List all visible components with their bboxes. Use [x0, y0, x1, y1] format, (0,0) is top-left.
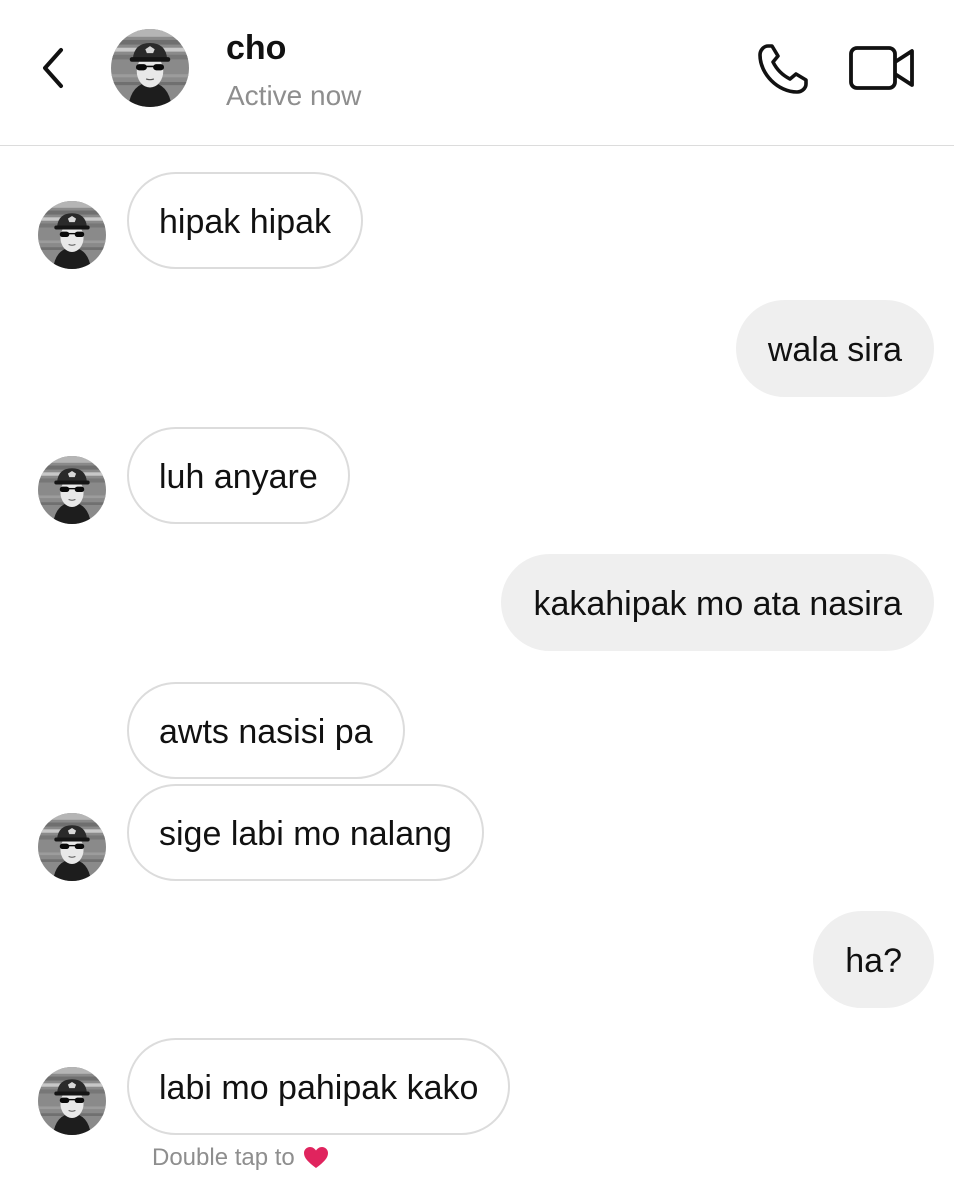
incoming-message-bubble[interactable]: awts nasisi pa [127, 682, 405, 779]
phone-icon [758, 44, 808, 94]
outgoing-message-bubble[interactable]: ha? [813, 911, 934, 1008]
contact-name[interactable]: cho [226, 28, 286, 68]
outgoing-message-bubble[interactable]: wala sira [735, 300, 934, 397]
double-tap-hint-text: Double tap to [152, 1144, 295, 1171]
double-tap-hint: Double tap to [152, 1143, 329, 1173]
sender-avatar[interactable] [38, 813, 106, 881]
sender-avatar[interactable] [38, 1067, 106, 1135]
contact-avatar[interactable] [111, 29, 189, 107]
chevron-left-icon [43, 48, 63, 88]
sender-avatar[interactable] [38, 456, 106, 524]
active-status: Active now [226, 80, 362, 111]
conversation-header: cho Active now [0, 0, 954, 146]
sender-avatar[interactable] [38, 201, 106, 269]
video-camera-icon [849, 46, 914, 90]
incoming-message-bubble[interactable]: luh anyare [127, 427, 350, 524]
video-call-button[interactable] [846, 40, 918, 96]
outgoing-message-bubble[interactable]: kakahipak mo ata nasira [501, 554, 934, 651]
incoming-message-bubble[interactable]: labi mo pahipak kako [127, 1038, 511, 1135]
incoming-message-bubble[interactable]: sige labi mo nalang [127, 784, 484, 881]
call-button[interactable] [752, 38, 814, 100]
incoming-message-bubble[interactable]: hipak hipak [127, 172, 364, 269]
red-heart-icon [303, 1147, 328, 1168]
back-button[interactable] [30, 40, 74, 96]
